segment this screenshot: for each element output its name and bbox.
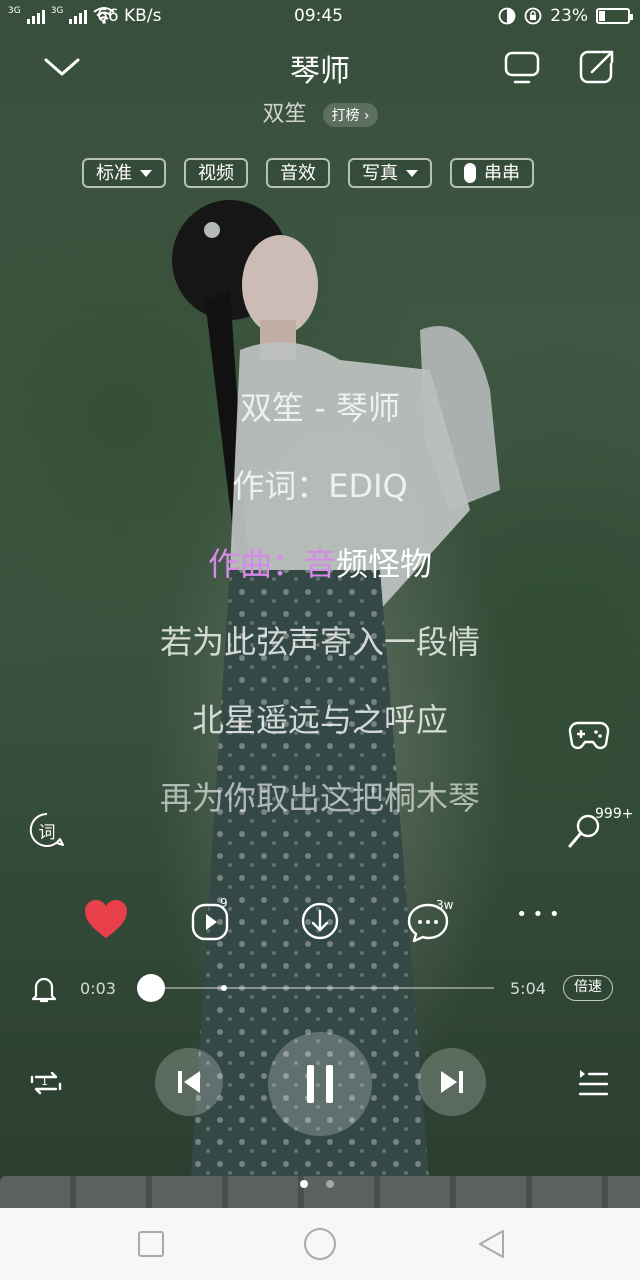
nav-back-icon[interactable] [477,1229,507,1259]
lyric-sung-part: 作曲：音 [207,545,336,583]
next-icon [441,1071,463,1093]
mv-count: 9 [220,896,228,910]
karaoke-count: 999+ [595,806,634,822]
artist-name[interactable]: 双笙 [262,102,306,127]
signal-icon-2 [69,8,88,24]
share-icon[interactable] [578,48,616,86]
effects-button[interactable]: 音效 [266,158,330,188]
lyric-line-current: 作曲：音频怪物 [0,536,640,614]
video-button[interactable]: 视频 [184,158,248,188]
chart-button[interactable]: 打榜 › [323,103,378,127]
data-saver-icon [498,7,516,25]
network-speed: 66 KB/s [97,6,162,26]
clock: 09:45 [294,6,343,26]
lyric-line: 若为此弦声寄入一段情 [159,623,480,661]
comment-count: 3w [436,898,454,912]
repeat-badge: 1 [41,1075,48,1088]
photo-label: 写真 [362,162,398,184]
lyric-line: 北星遥远与之呼应 [191,701,448,739]
nav-square-icon[interactable] [137,1230,165,1258]
lyrics-icon[interactable]: 词 [29,812,65,848]
next-button[interactable] [418,1048,486,1116]
nav-circle-icon[interactable] [303,1227,337,1261]
pause-button[interactable] [268,1032,372,1136]
download-icon[interactable] [296,896,346,946]
lyric-line: 双笙 - 琴师 [240,389,400,427]
caret-down-icon [406,169,418,177]
status-bar: 3G 3G 66 KB/s 09:45 23% [0,0,640,34]
song-title: 琴师 [290,54,350,89]
photo-dropdown[interactable]: 写真 [348,158,432,188]
network-type-1: 3G [8,6,21,16]
previous-icon [178,1071,200,1093]
heart-icon[interactable] [81,896,131,946]
microphone-icon[interactable]: 999+ [566,806,634,850]
signal-icon [26,8,45,24]
rotation-lock-icon [524,7,542,25]
toggle-knob [464,163,476,183]
page-dot-active [300,1180,308,1188]
network-type-2: 3G [50,6,64,16]
system-nav-bar [0,1208,640,1280]
lyric-unsung-part: 频怪物 [336,545,433,583]
player-screen: 3G 3G 66 KB/s 09:45 23% 琴师 双笙 打榜 › 标准 视频… [0,0,640,1280]
lyrics-icon-label: 词 [38,823,56,843]
total-time: 5:04 [510,979,546,998]
option-bar: 标准 视频 音效 写真 串串 [82,158,534,188]
pause-icon [307,1065,333,1103]
playback-speed-button[interactable]: 倍速 [563,975,613,1001]
progress-thumb[interactable] [137,974,166,1002]
page-indicator [300,1180,334,1188]
mv-icon[interactable] [188,896,238,946]
progress-row: 0:03 5:04 倍速 [0,968,640,1008]
lyrics-panel[interactable]: 双笙 - 琴师 作词：EDIQ 作曲：音频怪物 若为此弦声寄入一段情 北星遥远与… [0,380,640,848]
lyric-line: 作词：EDIQ [232,467,408,505]
progress-track[interactable] [148,987,494,989]
page-dot [326,1180,334,1188]
more-icon[interactable]: • • • [516,904,560,954]
lyric-line: 再为你取出这把桐木琴 [159,779,480,817]
bell-icon[interactable] [30,974,58,1004]
buffer-marker [221,985,227,991]
video-label: 视频 [198,162,234,184]
effects-label: 音效 [280,162,316,184]
action-row: 9 3w • • • [0,896,640,946]
quality-dropdown[interactable]: 标准 [82,158,166,188]
caret-down-icon [140,169,152,177]
battery-icon [596,8,633,24]
screen-icon[interactable] [503,50,541,86]
current-time: 0:03 [80,979,116,998]
artist-row: 双笙 打榜 › [0,96,640,128]
chain-toggle[interactable]: 串串 [450,158,534,188]
chain-label: 串串 [484,162,520,184]
playlist-icon[interactable] [576,1066,610,1100]
gamepad-icon[interactable] [568,718,610,754]
previous-button[interactable] [155,1048,223,1116]
repeat-one-icon[interactable]: 1 [28,1066,64,1100]
battery-percent: 23% [550,6,588,26]
chart-button-label: 打榜 [331,108,360,124]
quality-label: 标准 [96,162,132,184]
